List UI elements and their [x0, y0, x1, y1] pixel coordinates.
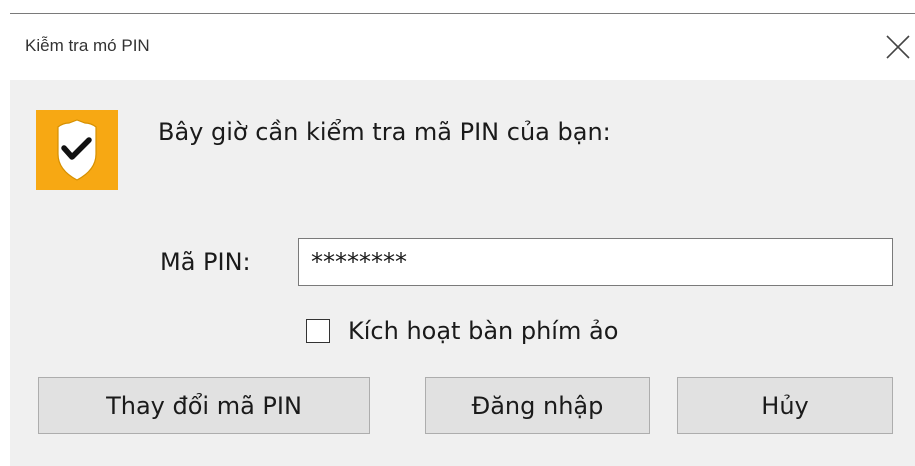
- login-button[interactable]: Đăng nhập: [425, 377, 650, 434]
- title-bar: Kiễm tra mó PIN: [10, 14, 915, 80]
- pin-label: Mã PIN:: [160, 248, 251, 276]
- shield-check-icon: [36, 110, 118, 190]
- window-title: Kiễm tra mó PIN: [25, 36, 150, 55]
- virtual-keyboard-option[interactable]: Kích hoạt bàn phím ảo: [306, 314, 618, 348]
- change-pin-button[interactable]: Thay đổi mã PIN: [38, 377, 370, 434]
- dialog-body: Bây giờ cần kiểm tra mã PIN của bạn: Mã …: [10, 80, 915, 466]
- virtual-keyboard-checkbox[interactable]: [306, 319, 330, 343]
- virtual-keyboard-label: Kích hoạt bàn phím ảo: [348, 317, 619, 345]
- close-button[interactable]: [881, 30, 915, 64]
- cancel-button[interactable]: Hủy: [677, 377, 893, 434]
- close-icon: [886, 35, 910, 59]
- dialog-message: Bây giờ cần kiểm tra mã PIN của bạn:: [158, 118, 611, 146]
- pin-input[interactable]: [298, 238, 893, 286]
